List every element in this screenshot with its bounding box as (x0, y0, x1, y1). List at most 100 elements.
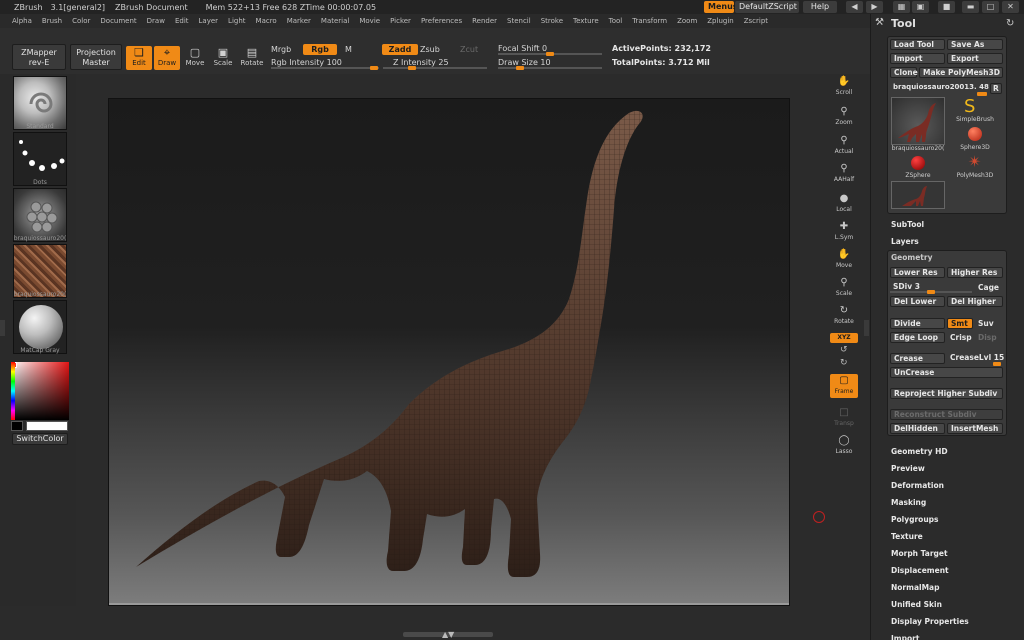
menu-light[interactable]: Light (228, 17, 245, 25)
menu-zplugin[interactable]: Zplugin (707, 17, 733, 25)
tool-thumb-brachio[interactable] (891, 97, 945, 145)
color-picker[interactable] (11, 362, 69, 420)
menu-movie[interactable]: Movie (359, 17, 380, 25)
menu-zscript[interactable]: Zscript (744, 17, 768, 25)
local-button[interactable]: ● Local (830, 192, 858, 216)
sphere3d-icon[interactable] (968, 127, 982, 141)
left-tray-handle[interactable] (0, 320, 5, 336)
section-polygroups[interactable]: Polygroups (891, 515, 939, 524)
menu-layer[interactable]: Layer (199, 17, 219, 25)
section-normalmap[interactable]: NormalMap (891, 583, 939, 592)
tool-thumb-brachio-small[interactable] (891, 181, 945, 209)
menu-texture[interactable]: Texture (573, 17, 599, 25)
geometry-section[interactable]: Geometry (891, 253, 932, 262)
clone-button[interactable]: Clone (890, 67, 918, 78)
restore-icon[interactable]: □ (982, 1, 999, 13)
close-icon[interactable]: ✕ (1002, 1, 1019, 13)
import-button[interactable]: Import (890, 53, 945, 64)
transp-button[interactable]: □ Transp (830, 406, 858, 430)
scroll-button[interactable]: ✋ Scroll (830, 75, 858, 99)
menu-stencil[interactable]: Stencil (507, 17, 531, 25)
primary-color-swatch[interactable] (26, 421, 68, 431)
layout-left-icon[interactable]: ◀ (846, 1, 863, 13)
scale-mode-button[interactable]: ▣ Scale (210, 46, 236, 70)
right-tray-handle[interactable] (864, 320, 869, 336)
menu-render[interactable]: Render (472, 17, 497, 25)
menu-draw[interactable]: Draw (147, 17, 165, 25)
zoom-button[interactable]: ⚲ Zoom (830, 105, 858, 129)
export-button[interactable]: Export (947, 53, 1003, 64)
reproject-higher-subdiv-button[interactable]: Reproject Higher Subdiv (890, 388, 1003, 399)
polymesh3d-icon[interactable]: ✴ (968, 152, 981, 171)
section-masking[interactable]: Masking (891, 498, 926, 507)
draw-mode-button[interactable]: ⌖ Draw (154, 46, 180, 70)
draw-size-slider[interactable]: Draw Size 10 (498, 58, 551, 67)
insert-mesh-button[interactable]: InsertMesh (947, 423, 1003, 434)
menu-picker[interactable]: Picker (390, 17, 411, 25)
layers-section[interactable]: Layers (891, 237, 919, 246)
zcut-toggle[interactable]: Zcut (460, 45, 478, 54)
layout-right-icon[interactable]: ▶ (866, 1, 883, 13)
section-displacement[interactable]: Displacement (891, 566, 949, 575)
minimize-icon[interactable]: ▬ (962, 1, 979, 13)
brachiosaurus-model[interactable] (109, 99, 789, 605)
subtool-section[interactable]: SubTool (891, 220, 924, 229)
document-canvas[interactable] (108, 98, 790, 606)
current-tool-name[interactable]: braquiossauro20013. 48 (893, 83, 989, 91)
frame-button[interactable]: ▢ Frame (830, 374, 858, 398)
rotate-view-button[interactable]: ↻ Rotate (830, 304, 858, 328)
zmapper-button[interactable]: ZMapper rev-E (12, 44, 66, 70)
section-preview[interactable]: Preview (891, 464, 925, 473)
section-display-properties[interactable]: Display Properties (891, 617, 969, 626)
m-toggle[interactable]: M (345, 45, 352, 54)
draw-size-track[interactable] (498, 67, 602, 69)
texture-thumb[interactable] (13, 244, 67, 298)
switch-color-button[interactable]: SwitchColor (12, 433, 68, 445)
lower-res-button[interactable]: Lower Res (890, 267, 945, 278)
menus-button[interactable]: Menus (704, 1, 738, 13)
make-polymesh-button[interactable]: Make PolyMesh3D (919, 67, 1003, 78)
help-button[interactable]: Help (803, 1, 837, 13)
material-thumb[interactable] (13, 300, 67, 354)
menu-tool[interactable]: Tool (609, 17, 623, 25)
move-view-button[interactable]: ✋ Move (830, 248, 858, 272)
section-deformation[interactable]: Deformation (891, 481, 944, 490)
del-lower-button[interactable]: Del Lower (890, 296, 945, 307)
lock-icon[interactable]: ■ (938, 1, 955, 13)
sdiv-knob[interactable] (927, 290, 935, 294)
aahalf-button[interactable]: ⚲ AAHalf (830, 162, 858, 186)
menu-color[interactable]: Color (72, 17, 90, 25)
focal-shift-knob[interactable] (546, 52, 554, 56)
lasso-button[interactable]: ◯ Lasso (830, 434, 858, 458)
zadd-toggle[interactable]: Zadd (382, 44, 418, 55)
projection-master-button[interactable]: Projection Master (70, 44, 122, 70)
section-texture[interactable]: Texture (891, 532, 923, 541)
crease-level-slider[interactable]: CreaseLvl 15 (950, 353, 1004, 362)
del-hidden-button[interactable]: DelHidden (890, 423, 945, 434)
load-tool-button[interactable]: Load Tool (890, 39, 945, 50)
rgb-intensity-knob[interactable] (370, 66, 378, 70)
rgb-intensity-slider[interactable]: Rgb Intensity 100 (271, 58, 342, 67)
menu-brush[interactable]: Brush (42, 17, 62, 25)
crisp-toggle[interactable]: Crisp (950, 333, 972, 342)
menu-marker[interactable]: Marker (287, 17, 311, 25)
zsphere-icon[interactable] (911, 156, 925, 170)
scale-view-button[interactable]: ⚲ Scale (830, 276, 858, 300)
xyz-toggle[interactable]: XYZ (830, 333, 858, 343)
edit-mode-button[interactable]: ❏ Edit (126, 46, 152, 70)
edge-loop-button[interactable]: Edge Loop (890, 332, 945, 343)
alpha-thumb[interactable] (13, 188, 67, 242)
rgb-toggle[interactable]: Rgb (303, 44, 337, 55)
actual-button[interactable]: ⚲ Actual (830, 134, 858, 158)
reconstruct-subdiv-button[interactable]: Reconstruct Subdiv (890, 409, 1003, 420)
rotate-y-icon[interactable]: ↺ (840, 345, 848, 355)
zsub-toggle[interactable]: Zsub (420, 45, 440, 54)
del-higher-button[interactable]: Del Higher (947, 296, 1003, 307)
menu-preferences[interactable]: Preferences (421, 17, 462, 25)
uncrease-button[interactable]: UnCrease (890, 367, 1003, 378)
z-intensity-track[interactable] (383, 67, 487, 69)
dots-stroke-thumb[interactable] (13, 132, 67, 186)
menu-edit[interactable]: Edit (175, 17, 189, 25)
move-mode-button[interactable]: ▢ Move (182, 46, 208, 70)
standard-brush-thumb[interactable] (13, 76, 67, 130)
